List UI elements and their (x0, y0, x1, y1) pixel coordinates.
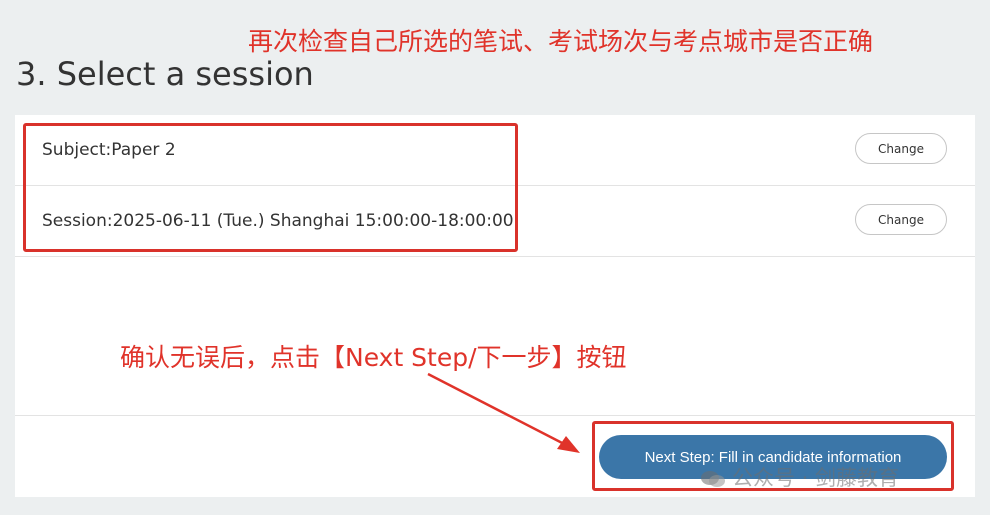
wechat-icon (701, 471, 725, 487)
session-label: Session:2025-06-11 (Tue.) Shanghai 15:00… (42, 211, 514, 231)
change-subject-button[interactable]: Change (855, 133, 947, 164)
page-title: 3. Select a session (16, 55, 314, 93)
footer-divider (15, 415, 975, 416)
watermark: 公众号 · 剑藤教育 (700, 462, 899, 492)
watermark-text: 公众号 · 剑藤教育 (732, 466, 900, 490)
subject-row: Subject:Paper 2 Change (15, 115, 975, 186)
annotation-middle-note: 确认无误后，点击【Next Step/下一步】按钮 (120, 343, 627, 372)
change-session-button[interactable]: Change (855, 204, 947, 235)
subject-label: Subject:Paper 2 (42, 140, 176, 160)
session-panel: Subject:Paper 2 Change Session:2025-06-1… (15, 115, 975, 497)
annotation-top-note: 再次检查自己所选的笔试、考试场次与考点城市是否正确 (248, 27, 874, 56)
session-row: Session:2025-06-11 (Tue.) Shanghai 15:00… (15, 186, 975, 257)
